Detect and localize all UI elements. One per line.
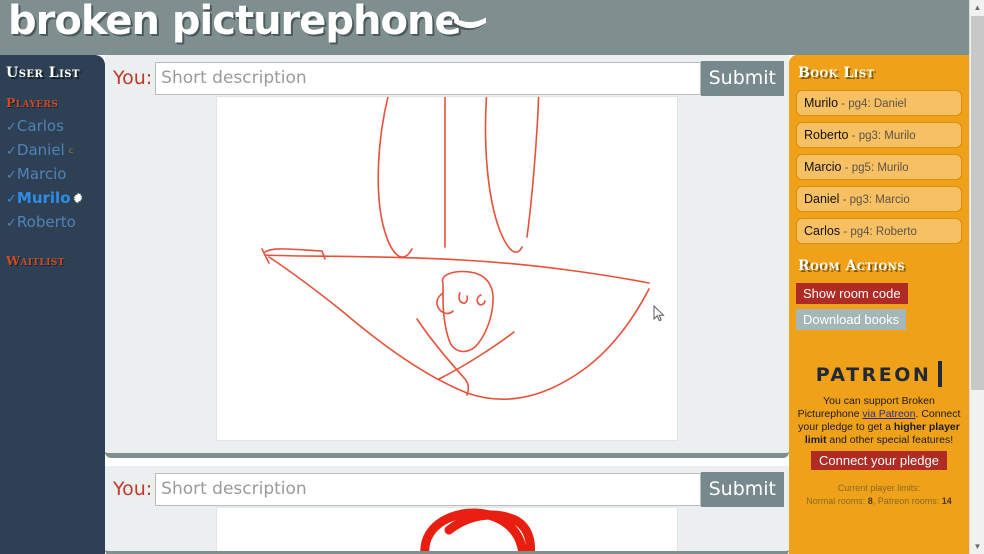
player-list: ✓Carlos ✓Daniel c ✓Marcio ✓Murilo ✓Roberto (0, 115, 105, 235)
scrollbar-thumb[interactable] (971, 16, 984, 390)
patreon-logo: PATREON (816, 361, 943, 387)
limits-patreon-label: , Patreon rooms: (872, 496, 942, 506)
patreon-bar-icon (938, 361, 943, 387)
drawing-canvas-previous[interactable] (216, 507, 678, 551)
book-list-item[interactable]: Marcio - pg5: Murilo (796, 154, 962, 180)
app-root: broken picturephone) User List Players ✓… (0, 0, 984, 554)
previous-strip: Previous: (105, 441, 789, 453)
patreon-link[interactable]: via Patreon (862, 408, 915, 420)
description-input-top[interactable] (155, 61, 701, 95)
patreon-text-3: and other special features! (826, 434, 954, 446)
book-list-item[interactable]: Daniel - pg3: Marcio (796, 186, 962, 212)
book-owner: Carlos (804, 224, 841, 238)
check-icon: ✓ (6, 216, 17, 231)
book-owner: Marcio (804, 160, 842, 174)
scroll-down-arrow-icon[interactable]: ▼ (970, 539, 984, 554)
drawing-strokes-current (261, 97, 650, 400)
drawing-strokes-previous (420, 508, 535, 551)
limits-normal-label: Normal rooms: (806, 496, 868, 506)
user-list-title: User List (6, 65, 80, 81)
player-flag: c (68, 146, 74, 155)
check-icon: ✓ (6, 144, 17, 159)
player-name: Roberto (16, 213, 76, 231)
drawing-canvas-current[interactable] (216, 96, 678, 441)
page-title: broken picturephone) (8, 0, 491, 44)
smiley-icon: ) (449, 14, 491, 31)
book-page-info: - pg4: Daniel (838, 98, 907, 110)
book-page-info: - pg3: Murilo (848, 130, 916, 142)
current-turn-panel: You: Submit (105, 55, 789, 458)
player-limits: Current player limits: Normal rooms: 8, … (796, 482, 962, 508)
limits-values: Normal rooms: 8, Patreon rooms: 14 (796, 495, 962, 508)
room-actions-buttons: Show room code Download books (796, 283, 962, 335)
book-list-item[interactable]: Carlos - pg4: Roberto (796, 218, 962, 244)
patreon-wordmark: PATREON (815, 364, 932, 386)
player-name: Murilo (16, 189, 71, 207)
book-owner: Roberto (804, 128, 849, 142)
check-icon: ✓ (6, 192, 17, 207)
book-list-item[interactable]: Roberto - pg3: Murilo (796, 122, 962, 148)
book-owner: Daniel (804, 192, 840, 206)
book-page-info: - pg3: Marcio (839, 194, 910, 206)
description-entry-row-top: You: Submit (105, 55, 789, 96)
user-list-panel: User List Players ✓Carlos ✓Daniel c ✓Marcio… (0, 55, 105, 554)
player-name: Carlos (16, 117, 64, 135)
right-panel: Book List Murilo - pg4: Daniel Roberto - … (789, 55, 969, 554)
book-list-title: Book List (798, 65, 875, 81)
player-row: ✓Carlos (0, 115, 105, 139)
room-actions-title: Room Actions (798, 258, 906, 274)
player-row: ✓Marcio (0, 163, 105, 187)
description-input-bottom[interactable] (155, 472, 701, 506)
player-name: Marcio (16, 165, 67, 183)
limits-patreon-value: 14 (941, 496, 952, 506)
patreon-section: PATREON You can support Broken Pictureph… (796, 361, 962, 508)
book-list: Murilo - pg4: Daniel Roberto - pg3: Muril… (796, 90, 962, 244)
player-row: ✓Murilo (0, 187, 105, 211)
site-header: broken picturephone) (0, 0, 969, 55)
book-list-item[interactable]: Murilo - pg4: Daniel (796, 90, 962, 116)
check-icon: ✓ (6, 120, 17, 135)
scroll-up-arrow-icon[interactable]: ▲ (970, 0, 984, 15)
book-page-info: - pg5: Murilo (841, 162, 909, 174)
player-row: ✓Roberto (0, 211, 105, 235)
check-icon: ✓ (6, 168, 17, 183)
player-name: Daniel (16, 141, 65, 159)
limits-title: Current player limits: (837, 483, 921, 493)
main-content: You: Submit (105, 55, 789, 554)
previous-turn-panel: You: Submit (105, 466, 789, 554)
players-heading: Players (6, 95, 59, 110)
submit-button-bottom[interactable]: Submit (700, 471, 784, 507)
show-room-code-button[interactable]: Show room code (796, 283, 908, 304)
player-row: ✓Daniel c (0, 139, 105, 163)
connect-pledge-button[interactable]: Connect your pledge (811, 451, 947, 470)
waitlist-heading: Waitlist (6, 253, 65, 268)
description-entry-row-bottom: You: Submit (105, 466, 789, 507)
book-owner: Murilo (804, 96, 839, 110)
patreon-support-text: You can support Broken Picturephone via … (796, 395, 962, 447)
browser-scrollbar[interactable]: ▲ ▼ (969, 0, 984, 554)
page-title-text: broken picturephone (8, 0, 462, 44)
you-label-top: You: (113, 67, 153, 89)
book-page-info: - pg4: Roberto (840, 226, 917, 238)
download-books-button[interactable]: Download books (796, 309, 907, 330)
submit-button-top[interactable]: Submit (700, 60, 784, 96)
you-label-bottom: You: (113, 478, 153, 500)
gear-icon[interactable] (72, 188, 84, 204)
